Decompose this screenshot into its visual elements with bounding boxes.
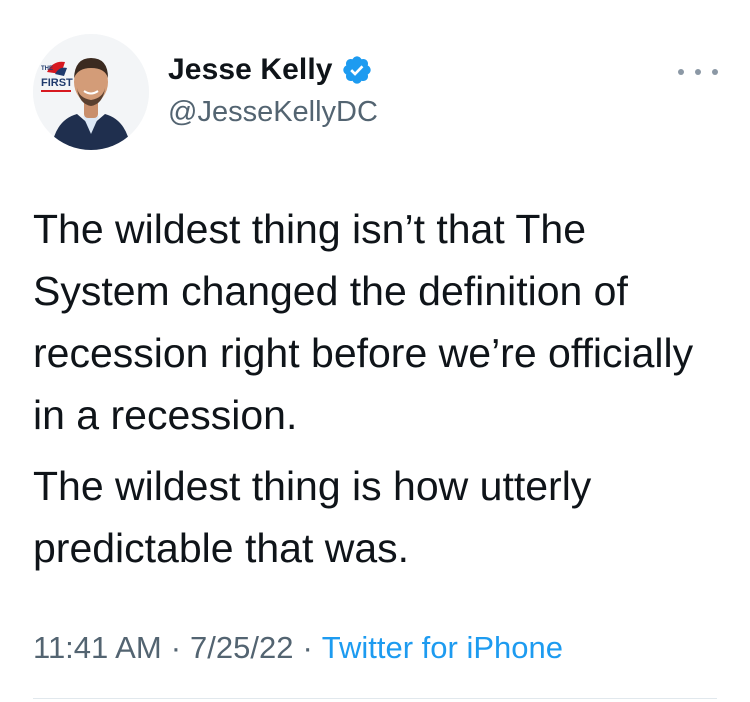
svg-text:FIRST: FIRST — [41, 77, 73, 89]
tweet-time[interactable]: 11:41 AM — [33, 630, 162, 665]
tweet-paragraph: The wildest thing isn’t that The System … — [33, 206, 694, 438]
meta-separator: · — [170, 630, 182, 665]
avatar-photo: THE FIRST — [33, 34, 149, 150]
author-avatar[interactable]: THE FIRST — [33, 34, 149, 150]
svg-text:THE: THE — [41, 66, 53, 72]
meta-separator: · — [302, 630, 313, 665]
tweet: THE FIRST Jesse Kelly @JesseKellyDC The … — [0, 0, 750, 702]
more-dot — [695, 69, 701, 75]
author-handle[interactable]: @JesseKellyDC — [168, 96, 378, 129]
author-display-name[interactable]: Jesse Kelly — [168, 53, 333, 87]
tweet-paragraph: The wildest thing is how utterly predict… — [33, 463, 592, 571]
verified-badge-icon — [341, 54, 373, 86]
author-name-row: Jesse Kelly — [168, 50, 373, 90]
tweet-meta: 11:41 AM · 7/25/22 · Twitter for iPhone — [33, 630, 563, 666]
more-dot — [712, 69, 718, 75]
more-dot — [678, 69, 684, 75]
divider — [33, 698, 717, 699]
tweet-date[interactable]: 7/25/22 — [190, 630, 293, 665]
tweet-source-link[interactable]: Twitter for iPhone — [322, 630, 563, 665]
tweet-text: The wildest thing isn’t that The System … — [33, 198, 733, 579]
more-options-icon[interactable] — [678, 60, 718, 84]
